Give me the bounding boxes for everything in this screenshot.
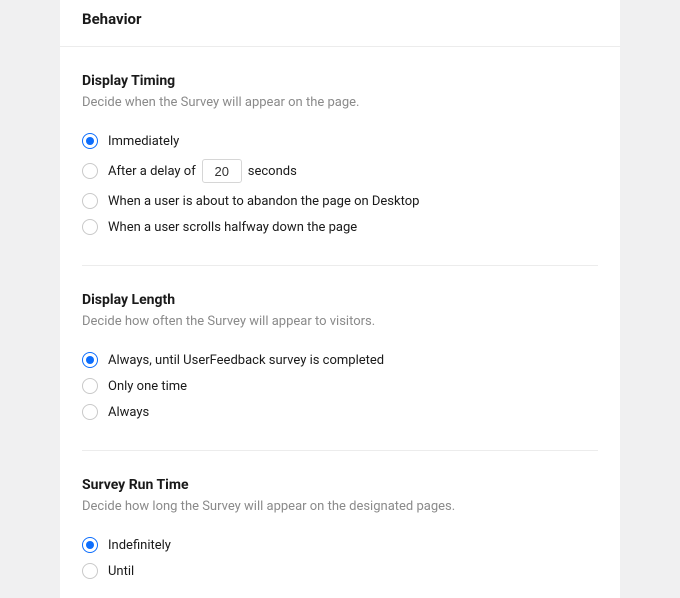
section-title-timing: Display Timing — [82, 73, 598, 89]
panel-header: Behavior — [60, 0, 620, 47]
delay-suffix: seconds — [248, 164, 297, 179]
radio-label: When a user scrolls halfway down the pag… — [108, 220, 357, 235]
section-display-timing: Display Timing Decide when the Survey wi… — [82, 47, 598, 266]
delay-prefix: After a delay of — [108, 164, 196, 179]
radio-label: Only one time — [108, 379, 187, 394]
radio-icon — [82, 219, 98, 235]
radio-icon — [82, 133, 98, 149]
radio-label: Until — [108, 564, 134, 579]
radio-row-scroll[interactable]: When a user scrolls halfway down the pag… — [82, 214, 598, 251]
radio-icon — [82, 352, 98, 368]
behavior-panel: Behavior Display Timing Decide when the … — [60, 0, 620, 598]
section-desc-timing: Decide when the Survey will appear on th… — [82, 95, 598, 110]
panel-title: Behavior — [82, 10, 598, 28]
radio-label: When a user is about to abandon the page… — [108, 194, 419, 209]
radio-row-delay[interactable]: After a delay of seconds — [82, 154, 598, 188]
section-desc-length: Decide how often the Survey will appear … — [82, 314, 598, 329]
section-desc-runtime: Decide how long the Survey will appear o… — [82, 499, 598, 514]
radio-label: Immediately — [108, 134, 179, 149]
radio-icon — [82, 193, 98, 209]
radio-row-immediately[interactable]: Immediately — [82, 128, 598, 154]
radio-icon — [82, 537, 98, 553]
radio-row-always[interactable]: Always — [82, 399, 598, 436]
radio-row-until-complete[interactable]: Always, until UserFeedback survey is com… — [82, 347, 598, 373]
radio-icon — [82, 163, 98, 179]
radio-row-once[interactable]: Only one time — [82, 373, 598, 399]
section-display-length: Display Length Decide how often the Surv… — [82, 266, 598, 451]
section-title-length: Display Length — [82, 292, 598, 308]
delay-input[interactable] — [202, 159, 242, 183]
radio-icon — [82, 563, 98, 579]
radio-label: Indefinitely — [108, 538, 171, 553]
radio-row-until[interactable]: Until — [82, 558, 598, 584]
radio-label: Always — [108, 405, 149, 420]
radio-row-indefinitely[interactable]: Indefinitely — [82, 532, 598, 558]
radio-icon — [82, 378, 98, 394]
section-title-runtime: Survey Run Time — [82, 477, 598, 493]
section-run-time: Survey Run Time Decide how long the Surv… — [82, 451, 598, 598]
radio-label-delay: After a delay of seconds — [108, 159, 297, 183]
radio-icon — [82, 404, 98, 420]
radio-row-abandon[interactable]: When a user is about to abandon the page… — [82, 188, 598, 214]
radio-label: Always, until UserFeedback survey is com… — [108, 353, 384, 368]
